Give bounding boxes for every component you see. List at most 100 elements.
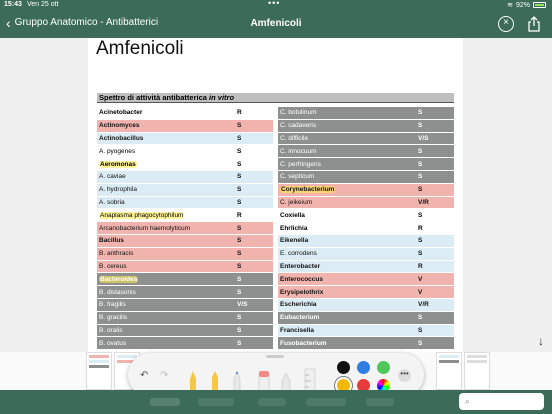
page-thumbnail[interactable] xyxy=(86,352,112,390)
organism-name: Bacteroides xyxy=(99,275,139,283)
organism-name: B. fragilis xyxy=(99,301,126,309)
table-row: Bacillus S xyxy=(97,234,273,248)
table-row: B. distasonis S xyxy=(97,286,273,299)
table-row: A. hydrophila S xyxy=(97,183,273,197)
table-row: C. innocuum S xyxy=(278,145,454,159)
organism-name: C. septicum xyxy=(280,173,315,181)
susceptibility-value: S xyxy=(237,173,242,181)
susceptibility-value: R xyxy=(418,262,423,270)
table-row: Erysipelothrix V xyxy=(278,286,454,299)
susceptibility-value: S xyxy=(418,173,423,181)
table-row: C. cadaveris S xyxy=(278,119,454,133)
organism-name: A. sobria xyxy=(99,198,125,206)
organism-name: A. hydrophila xyxy=(99,186,137,194)
susceptibility-value: S xyxy=(418,122,423,130)
wifi-icon: ≋ xyxy=(507,2,513,9)
table-row: A. sobria S xyxy=(97,196,273,210)
organism-name: Coxiella xyxy=(280,211,305,219)
organism-name: Corynebacterium xyxy=(280,186,336,194)
table-row: Enterobacter R xyxy=(278,260,454,274)
organism-name: B. oralis xyxy=(99,326,123,334)
susceptibility-value: S xyxy=(237,288,242,296)
document-viewer[interactable]: Amfenicoli Spettro di attività antibatte… xyxy=(0,38,552,352)
organism-name: Arcanobacterium haemolyticum xyxy=(99,224,191,232)
organism-name: Ehrlichia xyxy=(280,224,308,232)
search-field[interactable]: ⌕ xyxy=(459,393,544,410)
status-bar: 15:43 Ven 25 ott ••• ≋ 92% xyxy=(0,0,552,11)
table-row: C. difficile V/S xyxy=(278,132,454,146)
susceptibility-value: S xyxy=(418,211,423,219)
table-row: C. botulinum S xyxy=(278,107,454,120)
organism-name: Francisella xyxy=(280,326,314,334)
organism-name: Enterococcus xyxy=(280,275,323,283)
color-swatch-green[interactable] xyxy=(377,361,390,374)
table-row: Ehrlichia R xyxy=(278,222,454,235)
susceptibility-value: S xyxy=(237,326,242,334)
susceptibility-value: V xyxy=(418,288,423,296)
redo-icon[interactable]: ↷ xyxy=(160,370,172,382)
organism-name: B. anthracis xyxy=(99,250,134,258)
status-date: Ven 25 ott xyxy=(27,1,59,8)
page-thumbnail[interactable] xyxy=(464,352,490,390)
table-row: E. corrodens S xyxy=(278,247,454,261)
pdf-page[interactable]: Amfenicoli Spettro di attività antibatte… xyxy=(88,38,463,352)
table-row: B. oralis S xyxy=(97,324,273,338)
more-options-icon[interactable]: ••• xyxy=(398,369,411,382)
status-time: 15:43 xyxy=(4,1,22,8)
table-row: Eikenella S xyxy=(278,234,454,248)
bottom-tab[interactable] xyxy=(366,398,394,406)
back-button[interactable]: ‹ Gruppo Anatomico - Antibatterici xyxy=(6,16,158,30)
bottom-tab[interactable] xyxy=(150,398,180,406)
table-row: Enterococcus V xyxy=(278,273,454,287)
organism-name: C. botulinum xyxy=(280,109,317,117)
organism-name: A. pyogenes xyxy=(99,147,136,155)
share-icon[interactable] xyxy=(526,16,542,32)
table-row: Aeromonas S xyxy=(97,158,273,171)
susceptibility-value: S xyxy=(237,339,242,347)
susceptibility-value: S xyxy=(418,326,423,334)
susceptibility-value: S xyxy=(418,237,423,245)
susceptibility-value: S xyxy=(418,109,423,117)
susceptibility-value: R xyxy=(237,109,242,117)
table-row: C. septicum S xyxy=(278,170,454,184)
susceptibility-value: S xyxy=(418,339,423,347)
multitask-dots-icon[interactable]: ••• xyxy=(268,0,280,8)
bottom-tab[interactable] xyxy=(306,398,346,406)
table-row: Fusobacterium S xyxy=(278,337,454,351)
susceptibility-value: V xyxy=(418,275,423,283)
table-row: C. jeikeium V/R xyxy=(278,196,454,210)
susceptibility-value: V/R xyxy=(418,198,429,206)
susceptibility-value: S xyxy=(237,250,242,258)
organism-name: Enterobacter xyxy=(280,262,321,270)
susceptibility-value: S xyxy=(418,314,423,322)
undo-icon[interactable]: ↶ xyxy=(140,370,152,382)
table-row: A. pyogenes S xyxy=(97,145,273,159)
table-row: Coxiella S xyxy=(278,209,454,223)
color-swatch-blue[interactable] xyxy=(357,361,370,374)
chevron-down-icon[interactable]: ↓ xyxy=(538,334,544,348)
organism-name: Actinobacillus xyxy=(99,134,144,142)
table-row: Eubacterium S xyxy=(278,311,454,325)
status-right: ≋ 92% xyxy=(507,1,546,9)
table-row: Anaplasma phagocytophilum R xyxy=(97,209,273,223)
table-row: Corynebacterium S xyxy=(278,183,454,197)
susceptibility-value: S xyxy=(237,314,242,322)
susceptibility-value: V/R xyxy=(418,301,429,309)
organism-name: Actinomyces xyxy=(99,122,140,130)
color-swatch-black[interactable] xyxy=(337,361,350,374)
close-icon[interactable]: × xyxy=(498,16,514,32)
table-row: Actinomyces S xyxy=(97,119,273,133)
organism-name: Aeromonas xyxy=(99,160,137,168)
toolbar-grabber[interactable] xyxy=(266,355,284,358)
bottom-tab[interactable] xyxy=(258,398,286,406)
bottom-tab[interactable] xyxy=(198,398,234,406)
section-title: Spettro di attività antibatterica xyxy=(99,93,207,102)
page-title: Amfenicoli xyxy=(96,38,184,59)
organism-name: C. difficile xyxy=(280,134,309,142)
susceptibility-value: S xyxy=(418,160,423,168)
organism-name: Eubacterium xyxy=(280,314,320,322)
susceptibility-value: S xyxy=(237,224,242,232)
page-thumbnail[interactable] xyxy=(436,352,462,390)
nav-bar: ‹ Gruppo Anatomico - Antibatterici Amfen… xyxy=(0,11,552,38)
organism-name: C. jeikeium xyxy=(280,198,313,206)
